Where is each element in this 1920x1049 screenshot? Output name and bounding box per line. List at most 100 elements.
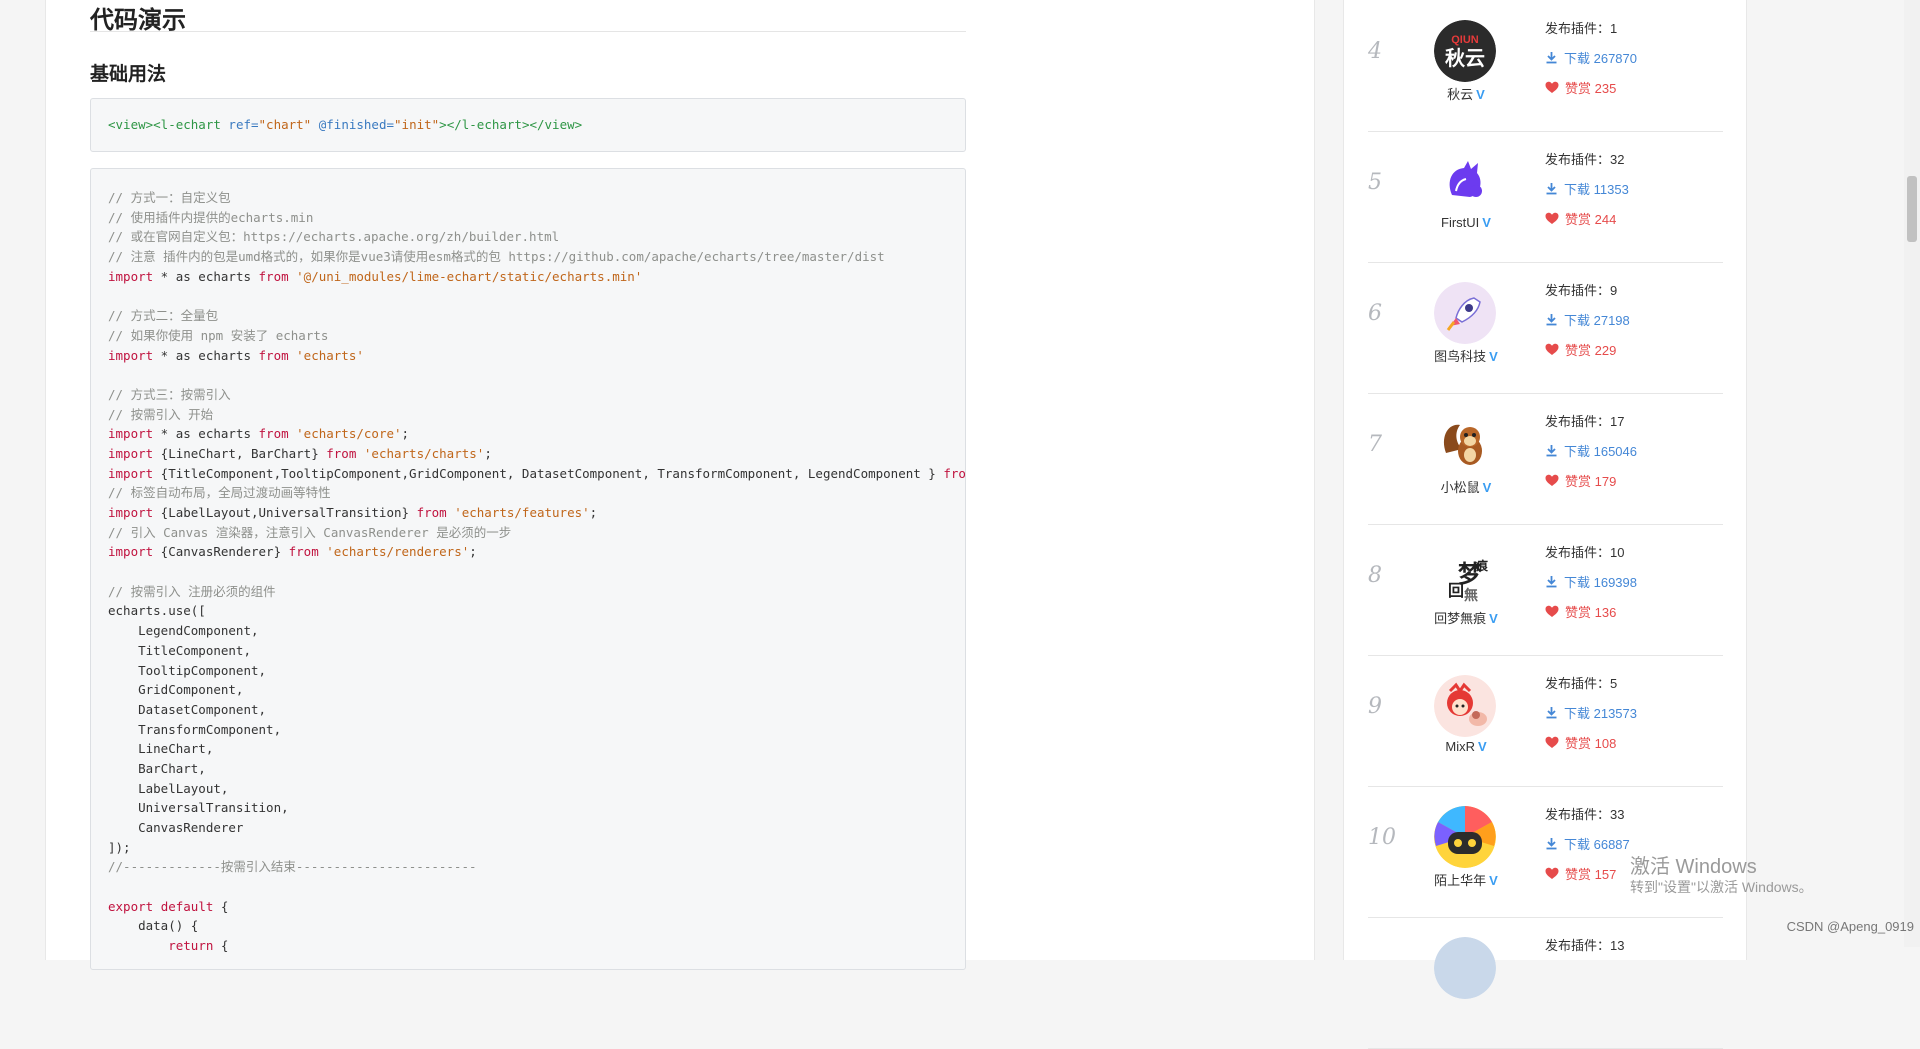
download-count-text: 下载 267870 <box>1564 51 1637 66</box>
download-count-text: 下载 213573 <box>1564 706 1637 721</box>
subsection-title: 基础用法 <box>90 64 167 85</box>
author-name[interactable]: FirstUI V <box>1426 215 1506 230</box>
download-count[interactable]: 下载 66887 <box>1545 834 1630 853</box>
partial-avatar-icon[interactable] <box>1434 937 1496 999</box>
red-cartoon-icon[interactable] <box>1434 675 1496 737</box>
template-code-block[interactable]: <view><l-echart ref="chart" @finished="i… <box>90 98 966 152</box>
activation-watermark-title: 激活 Windows <box>1630 856 1757 878</box>
rank-number: 6 <box>1368 301 1382 326</box>
reward-count[interactable]: 赞赏 136 <box>1545 602 1616 621</box>
activation-watermark-subtitle: 转到"设置"以激活 Windows。 <box>1630 879 1813 895</box>
download-count[interactable]: 下载 27198 <box>1545 310 1630 329</box>
code-line: TitleComponent, <box>108 642 251 658</box>
code-token: <l-echart <box>153 117 221 132</box>
calligraphy-icon[interactable]: 回梦痕無 <box>1434 544 1496 606</box>
code-line: echarts.use([ <box>108 603 206 619</box>
code-line: // 按需引入 开始 <box>108 406 214 422</box>
download-count-text: 下载 11353 <box>1564 182 1629 197</box>
author-name-text: FirstUI <box>1441 215 1480 230</box>
heart-icon <box>1545 343 1559 355</box>
download-count[interactable]: 下载 165046 <box>1545 441 1637 460</box>
svg-text:痕: 痕 <box>1475 558 1489 573</box>
code-line: export default { <box>108 898 229 914</box>
verified-v-icon: V <box>1489 611 1498 626</box>
ranking-item[interactable]: 9 MixR V 发布插件：5 下载 213573 赞赏 108 <box>1368 655 1723 787</box>
svg-text:秋云: 秋云 <box>1445 46 1485 70</box>
ranking-item[interactable]: 7 小松鼠 V 发布插件：17 下载 165046 赞赏 179 <box>1368 393 1723 525</box>
author-name-text: 小松鼠 <box>1440 480 1480 495</box>
download-icon <box>1546 52 1557 64</box>
rank-number: 4 <box>1368 39 1382 64</box>
ranking-item[interactable]: 5 FirstUI V 发布插件：32 下载 11353 赞赏 244 <box>1368 131 1723 263</box>
template-code-line: <view><l-echart ref="chart" @finished="i… <box>108 115 582 135</box>
ranking-item[interactable]: 发布插件：13 <box>1368 917 1723 1049</box>
purple-cat-icon[interactable] <box>1434 151 1496 213</box>
scrollbar-thumb[interactable] <box>1907 176 1917 242</box>
heart-icon <box>1545 212 1559 224</box>
code-line: CanvasRenderer <box>108 820 244 835</box>
rocket-icon[interactable] <box>1434 282 1496 344</box>
code-token: <view> <box>108 117 154 132</box>
qiun-logo-icon[interactable]: QIUN 秋云 <box>1434 20 1496 82</box>
code-line: LabelLayout, <box>108 780 229 796</box>
code-line: import {TitleComponent,TooltipComponent,… <box>108 465 966 481</box>
code-line: ​ <box>108 877 965 897</box>
download-count[interactable]: 下载 213573 <box>1545 703 1637 722</box>
author-name[interactable]: 陌上华年 V <box>1426 870 1506 889</box>
publish-count: 发布插件：13 <box>1545 938 1625 953</box>
code-line: // 或在官网自定义包：https://echarts.apache.org/z… <box>108 229 560 245</box>
svg-text:QIUN: QIUN <box>1451 34 1479 46</box>
publish-count: 发布插件：33 <box>1545 807 1625 822</box>
heart-icon <box>1545 605 1559 617</box>
reward-count[interactable]: 赞赏 179 <box>1545 471 1616 490</box>
ranking-item[interactable]: 4 QIUN 秋云 秋云 V 发布插件：1 下载 267870 赞赏 235 <box>1368 0 1723 132</box>
reward-count-text: 赞赏 108 <box>1565 736 1617 751</box>
code-line: // 使用插件内提供的echarts.min <box>108 209 314 225</box>
ranking-item[interactable]: 8 回梦痕無回梦無痕 V 发布插件：10 下载 169398 赞赏 136 <box>1368 524 1723 656</box>
author-name[interactable]: 回梦無痕 V <box>1426 608 1506 627</box>
download-count[interactable]: 下载 267870 <box>1545 48 1637 67</box>
publish-count: 发布插件：17 <box>1545 414 1625 429</box>
rank-number: 10 <box>1368 825 1396 850</box>
author-name[interactable]: 图鸟科技 V <box>1426 346 1506 365</box>
rank-number: 7 <box>1368 432 1382 457</box>
ranking-item[interactable]: 6 图鸟科技 V 发布插件：9 下载 27198 赞赏 229 <box>1368 262 1723 394</box>
code-line: // 方式一：自定义包 <box>108 190 231 205</box>
publish-count: 发布插件：5 <box>1545 676 1618 691</box>
scrollbar-track[interactable] <box>1904 0 1920 947</box>
download-count[interactable]: 下载 169398 <box>1545 572 1637 591</box>
title-divider <box>90 31 966 32</box>
code-line: LegendComponent, <box>108 623 259 639</box>
download-icon <box>1546 838 1557 850</box>
reward-count[interactable]: 赞赏 235 <box>1545 78 1616 97</box>
author-name-text: 图鸟科技 <box>1434 349 1487 364</box>
rank-number: 5 <box>1368 170 1382 195</box>
download-count-text: 下载 66887 <box>1564 837 1630 852</box>
reward-count-text: 赞赏 229 <box>1565 343 1617 358</box>
heart-icon <box>1545 81 1559 93</box>
code-line: ​ <box>108 562 965 582</box>
reward-count-text: 赞赏 157 <box>1565 867 1617 882</box>
author-name[interactable]: 秋云 V <box>1426 84 1506 103</box>
verified-v-icon: V <box>1482 215 1491 230</box>
code-line: import {LabelLayout,UniversalTransition}… <box>108 505 598 520</box>
code-line: TooltipComponent, <box>108 662 267 678</box>
code-line: DatasetComponent, <box>108 701 267 717</box>
code-line: // 按需引入 注册必须的组件 <box>108 583 276 599</box>
reward-count[interactable]: 赞赏 229 <box>1545 340 1616 359</box>
script-code-block[interactable]: // 方式一：自定义包 // 使用插件内提供的echarts.min // 或在官网… <box>90 168 966 970</box>
author-name[interactable]: 小松鼠 V <box>1426 477 1506 496</box>
code-line: import {CanvasRenderer} from 'echarts/re… <box>108 544 477 560</box>
author-name[interactable]: MixR V <box>1426 739 1506 754</box>
code-line: GridComponent, <box>108 682 244 698</box>
reward-count[interactable]: 赞赏 244 <box>1545 209 1616 228</box>
code-line: ]); <box>108 839 131 855</box>
reward-count[interactable]: 赞赏 108 <box>1545 733 1616 752</box>
download-count[interactable]: 下载 11353 <box>1545 179 1629 198</box>
reward-count[interactable]: 赞赏 157 <box>1545 864 1616 883</box>
squirrel-icon[interactable] <box>1434 413 1496 475</box>
code-line: // 方式二：全量包 <box>108 308 219 324</box>
rainbow-robot-icon[interactable] <box>1434 806 1496 868</box>
code-line: import * as echarts from 'echarts/core'; <box>108 426 410 442</box>
code-line: ​ <box>108 365 965 385</box>
